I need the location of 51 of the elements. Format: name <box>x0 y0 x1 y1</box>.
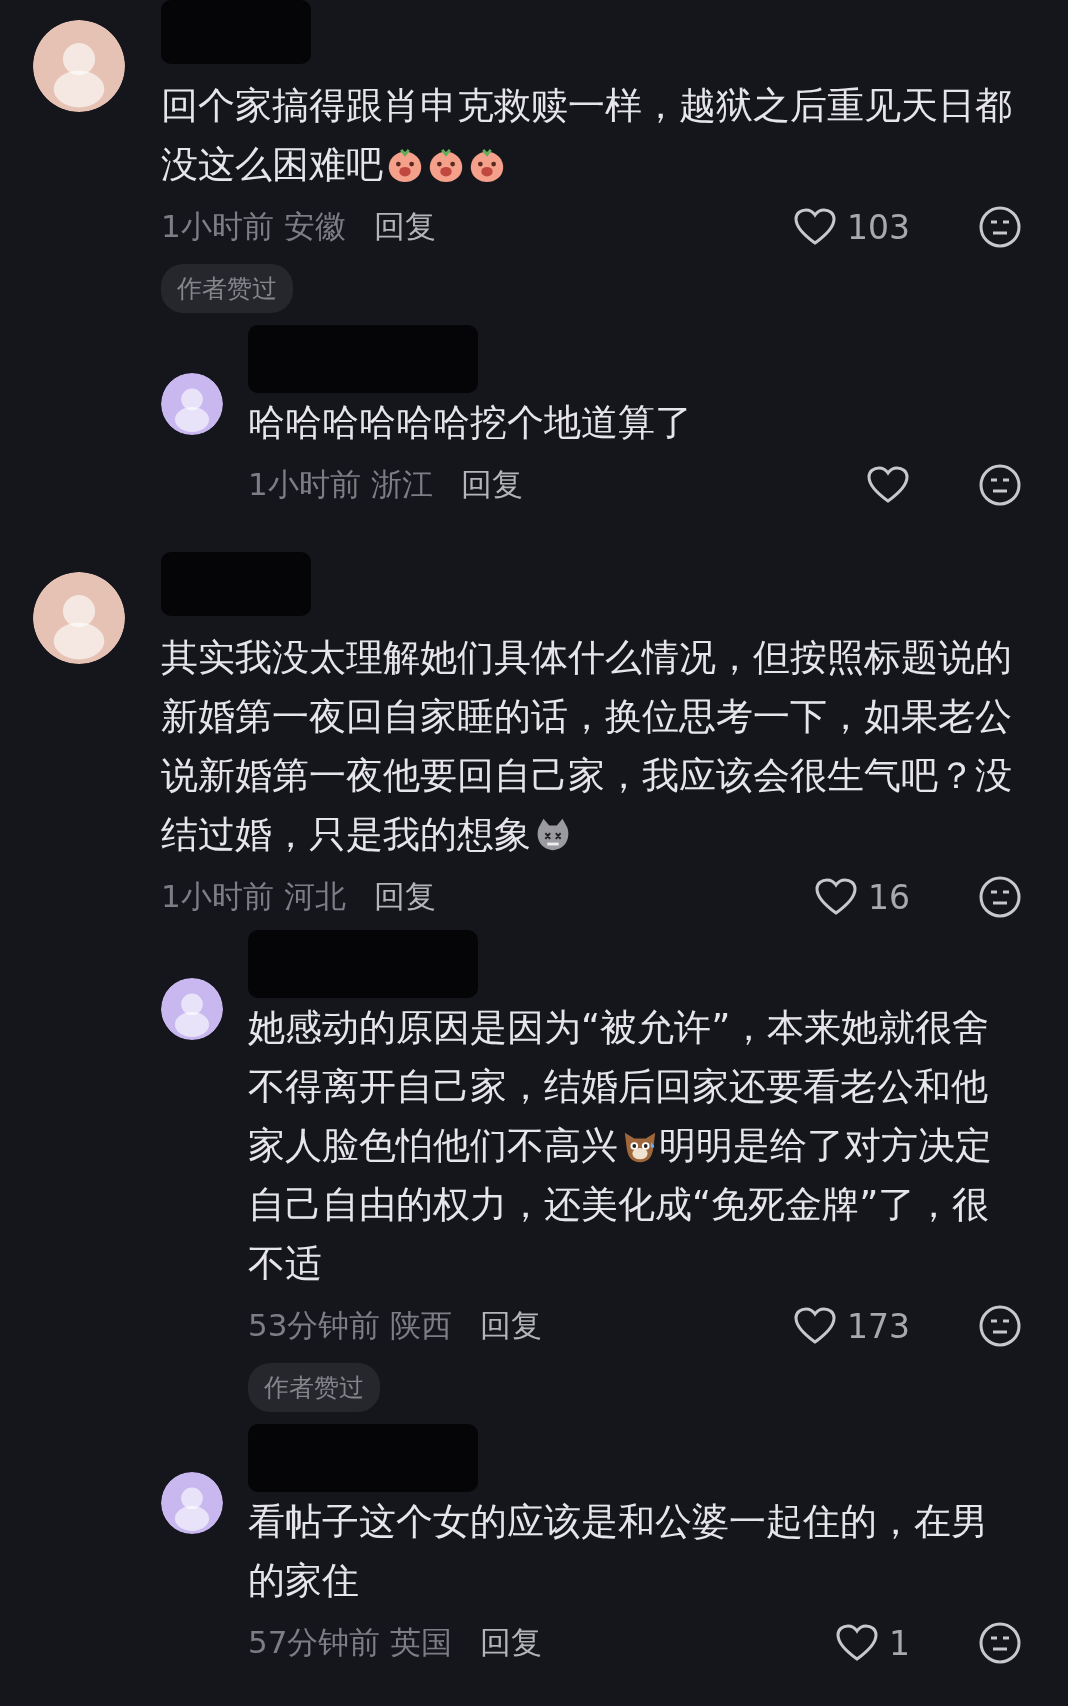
reply-link[interactable]: 回复 <box>480 1622 543 1664</box>
emoji-reaction-icon[interactable] <box>978 1621 1022 1665</box>
author-liked-badge: 作者赞过 <box>248 1363 380 1412</box>
heart-icon[interactable] <box>793 1306 837 1346</box>
avatar[interactable] <box>161 373 223 435</box>
emoji-reaction-icon[interactable] <box>978 463 1022 507</box>
comment-location: 陕西 <box>390 1306 453 1345</box>
comment-text: 看帖子这个女的应该是和公婆一起住的，在男 <box>248 1499 988 1545</box>
comment-location: 安徽 <box>283 207 346 246</box>
like-count: 103 <box>847 207 910 247</box>
comment-time: 1小时前 <box>161 207 274 246</box>
emoji-reaction-icon[interactable] <box>978 875 1022 919</box>
comment-text: 不得离开自己家，结婚后回家还要看老公和他 <box>248 1064 988 1110</box>
avatar[interactable] <box>161 1472 223 1534</box>
reply-link[interactable]: 回复 <box>460 464 523 506</box>
comment-text: 结过婚，只是我的想象 <box>161 812 531 858</box>
avatar[interactable] <box>33 20 125 112</box>
heart-icon[interactable] <box>793 207 837 247</box>
comment-text: 说新婚第一夜他要回自己家，我应该会很生气吧？没 <box>161 753 1012 799</box>
comment-text: 哈哈哈哈哈哈挖个地道算了 <box>248 400 692 446</box>
author-liked-badge: 作者赞过 <box>161 264 293 313</box>
reply-link[interactable]: 回复 <box>373 206 436 248</box>
comment-time: 1小时前 <box>161 877 274 916</box>
comment-time: 57分钟前 <box>248 1623 381 1662</box>
emoji-reaction-icon[interactable] <box>978 1304 1022 1348</box>
comment-location: 浙江 <box>370 465 433 504</box>
reply-link[interactable]: 回复 <box>373 876 436 918</box>
comment-text: 的家住 <box>248 1558 359 1604</box>
comment-location: 河北 <box>283 877 346 916</box>
like-count: 173 <box>847 1306 910 1346</box>
comment-text: 自己自由的权力，还美化成“免死金牌”了，很 <box>248 1182 990 1228</box>
heart-icon[interactable] <box>835 1623 879 1663</box>
like-count: 1 <box>889 1623 910 1663</box>
reply-link[interactable]: 回复 <box>480 1305 543 1347</box>
comment-text: 不适 <box>248 1241 322 1287</box>
comment-location: 英国 <box>390 1623 453 1662</box>
comment-text: 其实我没太理解她们具体什么情况，但按照标题说的 <box>161 635 1012 681</box>
like-count: 16 <box>868 877 910 917</box>
comment-time: 1小时前 <box>248 465 361 504</box>
comment-text: 家人脸色怕他们不高兴 <box>248 1123 618 1169</box>
comment-text: 她感动的原因是因为“被允许”，本来她就很舍 <box>248 1005 990 1051</box>
comment-text: 新婚第一夜回自家睡的话，换位思考一下，如果老公 <box>161 694 1012 740</box>
avatar[interactable] <box>161 978 223 1040</box>
heart-icon[interactable] <box>866 465 910 505</box>
comment-time: 53分钟前 <box>248 1306 381 1345</box>
heart-icon[interactable] <box>814 877 858 917</box>
comment-text: 没这么困难吧 <box>161 142 383 188</box>
comment-text: 明明是给了对方决定 <box>659 1123 992 1169</box>
emoji-reaction-icon[interactable] <box>978 205 1022 249</box>
avatar[interactable] <box>33 572 125 664</box>
comment-text: 回个家搞得跟肖申克救赎一样，越狱之后重见天日都 <box>161 83 1012 129</box>
